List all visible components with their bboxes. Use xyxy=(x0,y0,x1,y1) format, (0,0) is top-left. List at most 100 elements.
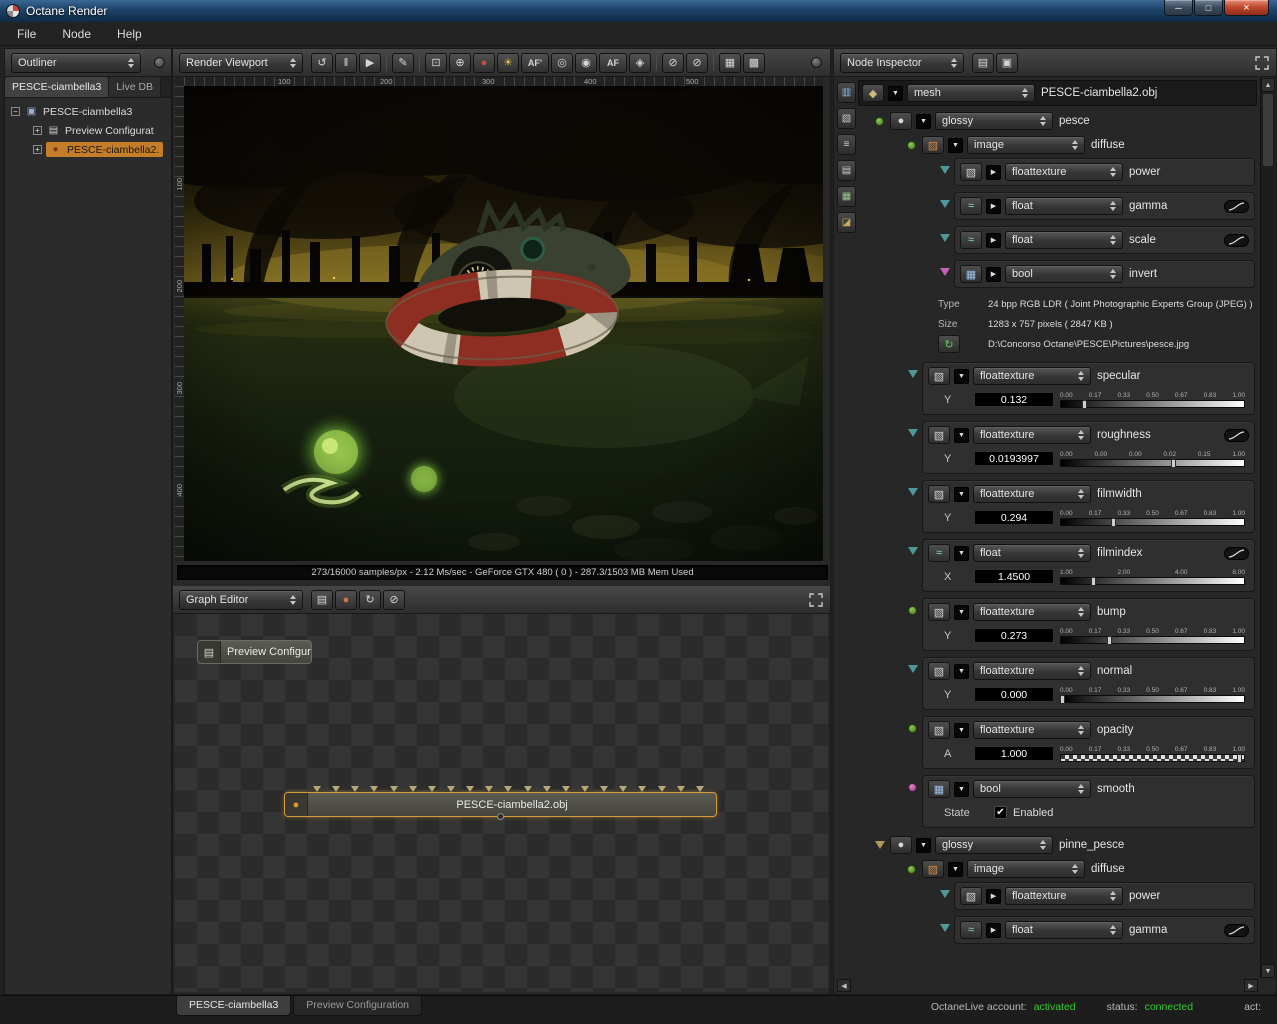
add-node-button[interactable]: ▤ xyxy=(311,589,333,610)
slider-bar[interactable] xyxy=(1060,576,1245,586)
input-pin-icon[interactable] xyxy=(542,786,551,792)
value-field[interactable]: 0.294 xyxy=(974,510,1054,525)
input-pin-icon[interactable] xyxy=(657,786,666,792)
collapse-node-icon[interactable]: ▼ xyxy=(954,604,969,620)
collapse-node-icon[interactable]: ▼ xyxy=(954,486,969,502)
node-pin[interactable] xyxy=(940,924,950,932)
node-pin[interactable] xyxy=(908,783,917,792)
pause-render-button[interactable]: ‖ xyxy=(335,52,357,73)
expand-panel-icon[interactable] xyxy=(809,593,823,607)
value-slider[interactable]: 0.00 0.17 0.33 0.50 0.67 0.83 1.00 xyxy=(1060,628,1249,645)
re-render-button[interactable]: ↻ xyxy=(359,589,381,610)
floattex-node-icon[interactable]: ▧ xyxy=(960,887,982,905)
save-image-icon[interactable]: ▥ xyxy=(837,82,856,103)
expand-expander-icon[interactable]: + xyxy=(33,126,42,135)
scroll-up-icon[interactable]: ▲ xyxy=(1261,78,1275,92)
input-pin-icon[interactable] xyxy=(485,786,494,792)
slider-bar[interactable] xyxy=(1060,458,1245,468)
slider-handle[interactable] xyxy=(1059,694,1065,704)
node-type-dropdown[interactable]: image xyxy=(967,860,1085,878)
node-type-dropdown[interactable]: floattexture xyxy=(973,367,1091,385)
slider-handle[interactable] xyxy=(1111,517,1117,527)
image-node-icon[interactable]: ▨ xyxy=(922,136,944,154)
tree-node-preview-config[interactable]: + ▤ Preview Configurat xyxy=(7,121,169,140)
input-pin-icon[interactable] xyxy=(313,786,321,792)
floattex-node-icon[interactable]: ▧ xyxy=(928,603,950,621)
float-node-icon[interactable]: ≈ xyxy=(960,231,982,249)
node-type-dropdown[interactable]: floattexture xyxy=(973,662,1091,680)
value-slider[interactable]: 0.00 0.17 0.33 0.50 0.67 0.83 1.00 xyxy=(1060,392,1249,409)
render-viewport-image[interactable] xyxy=(184,86,823,561)
panel-menu-dot[interactable] xyxy=(811,57,822,68)
node-type-dropdown[interactable]: bool xyxy=(973,780,1091,798)
collapse-node-icon[interactable]: ▼ xyxy=(954,781,969,797)
input-pin-icon[interactable] xyxy=(638,786,647,792)
collapse-node-icon[interactable]: ▼ xyxy=(954,722,969,738)
floattex-node-icon[interactable]: ▧ xyxy=(928,662,950,680)
graph-editor-canvas[interactable]: ▤ Preview Configuration ● PESCE-ciambell… xyxy=(175,614,828,992)
input-pin-icon[interactable] xyxy=(446,786,455,792)
tab-livedb[interactable]: Live DB xyxy=(109,77,162,97)
graph-node-mesh[interactable]: ● PESCE-ciambella2.obj xyxy=(284,786,717,820)
input-pin-icon[interactable] xyxy=(332,786,341,792)
collapse-node-icon[interactable]: ▼ xyxy=(954,545,969,561)
graph-selector-dropdown[interactable]: Graph Editor xyxy=(179,589,303,610)
menu-file[interactable]: File xyxy=(17,27,36,41)
collapse-node-icon[interactable]: ▼ xyxy=(954,427,969,443)
slider-handle[interactable] xyxy=(1171,458,1177,468)
autofocus-aperture-button[interactable]: AF' xyxy=(521,52,549,73)
node-pin[interactable] xyxy=(908,429,918,437)
layers-icon[interactable]: ≡ xyxy=(837,134,856,155)
expand-panel-icon[interactable] xyxy=(1255,56,1269,70)
node-pin[interactable] xyxy=(875,841,885,849)
notes-icon[interactable]: ▤ xyxy=(837,160,856,181)
value-slider[interactable]: 0.00 0.17 0.33 0.50 0.67 0.83 1.00 xyxy=(1059,687,1249,704)
node-type-dropdown[interactable]: float xyxy=(1005,197,1123,215)
viewport-selector-dropdown[interactable]: Render Viewport xyxy=(179,52,303,73)
scrollbar-thumb[interactable] xyxy=(1263,94,1273,166)
expand-node-icon[interactable]: ▶ xyxy=(986,198,1001,214)
node-type-dropdown[interactable]: bool xyxy=(1005,265,1123,283)
image-node-icon[interactable]: ▨ xyxy=(922,860,944,878)
float-node-icon[interactable]: ≈ xyxy=(928,544,950,562)
mesh-node-icon[interactable]: ◆ xyxy=(862,84,884,102)
tab-scene-graph[interactable]: PESCE-ciambella3 xyxy=(176,996,292,1016)
input-pin-icon[interactable] xyxy=(427,786,436,792)
node-pin[interactable] xyxy=(908,370,918,378)
curve-button[interactable] xyxy=(1224,233,1249,247)
restart-render-button[interactable]: ↺ xyxy=(311,52,333,73)
outliner-selector-dropdown[interactable]: Outliner xyxy=(11,52,141,73)
expand-node-icon[interactable]: ▶ xyxy=(986,232,1001,248)
reload-image-button[interactable]: ↻ xyxy=(938,335,960,354)
node-pin[interactable] xyxy=(940,166,950,174)
input-pin-icon[interactable] xyxy=(408,786,417,792)
node-type-dropdown[interactable]: floattexture xyxy=(973,721,1091,739)
region-render-button[interactable]: ⊡ xyxy=(425,52,447,73)
slider-handle[interactable] xyxy=(1081,399,1087,409)
node-type-dropdown[interactable]: floattexture xyxy=(973,485,1091,503)
autofocus-button[interactable]: AF xyxy=(599,52,627,73)
film-grid-button[interactable]: ▦ xyxy=(719,52,741,73)
floattex-node-icon[interactable]: ▧ xyxy=(928,367,950,385)
node-pin[interactable] xyxy=(940,268,950,276)
slider-handle[interactable] xyxy=(1090,576,1096,586)
smooth-checkbox[interactable]: ✔ xyxy=(994,806,1007,819)
node-pin[interactable] xyxy=(908,724,917,733)
node-type-dropdown[interactable]: glossy xyxy=(935,112,1053,130)
minimize-button[interactable]: ─ xyxy=(1164,0,1193,16)
input-pin-icon[interactable] xyxy=(370,786,379,792)
input-pin-icon[interactable] xyxy=(619,786,628,792)
input-pin-icon[interactable] xyxy=(695,786,704,792)
panel-menu-dot[interactable] xyxy=(154,57,165,68)
white-balance-button[interactable]: ◉ xyxy=(575,52,597,73)
node-type-dropdown[interactable]: image xyxy=(967,136,1085,154)
value-field[interactable]: 0.000 xyxy=(974,687,1054,702)
node-type-dropdown[interactable]: mesh xyxy=(907,84,1035,102)
collapse-node-icon[interactable]: ▼ xyxy=(916,113,931,129)
slider-bar[interactable] xyxy=(1060,635,1245,645)
bool-node-icon[interactable]: ▦ xyxy=(928,780,950,798)
value-slider[interactable]: 0.00 0.17 0.33 0.50 0.67 0.83 1.00 xyxy=(1060,746,1249,763)
node-output-pin[interactable] xyxy=(496,813,504,820)
value-field[interactable]: 1.000 xyxy=(974,746,1054,761)
value-slider[interactable]: 0.00 0.00 0.00 0.02 0.15 1.00 xyxy=(1060,451,1249,468)
